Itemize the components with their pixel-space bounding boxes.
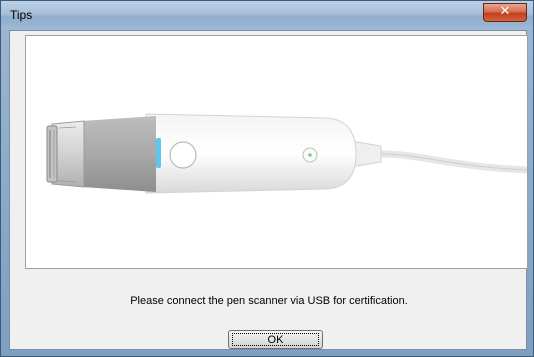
- close-button[interactable]: ✕: [483, 3, 527, 22]
- indicator-led: [308, 153, 312, 157]
- pen-grip: [82, 116, 156, 192]
- pen-scanner-illustration: [46, 113, 527, 194]
- focus-rectangle: [232, 333, 319, 346]
- scan-button: [169, 141, 197, 169]
- dialog-window: Tips ✕ Please connect the pen scanner vi…: [0, 0, 534, 357]
- ok-button[interactable]: OK: [228, 330, 323, 349]
- status-light: [156, 138, 161, 168]
- dialog-client-area: Please connect the pen scanner via USB f…: [9, 30, 528, 350]
- usb-cable: [377, 150, 527, 174]
- window-title: Tips: [10, 8, 33, 22]
- close-icon: ✕: [499, 4, 511, 19]
- pen-scanner-image: [25, 35, 528, 269]
- title-bar[interactable]: Tips ✕: [1, 1, 533, 30]
- instruction-text: Please connect the pen scanner via USB f…: [130, 295, 408, 307]
